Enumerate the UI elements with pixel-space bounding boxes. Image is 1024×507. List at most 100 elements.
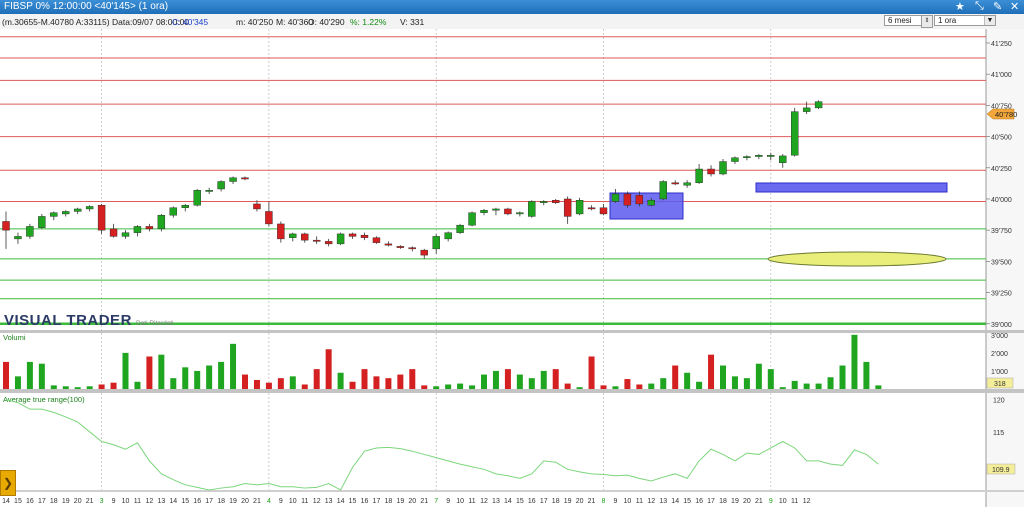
volume-bar[interactable] xyxy=(481,374,487,389)
candle-body[interactable] xyxy=(647,200,655,206)
candle-body[interactable] xyxy=(719,161,727,175)
candle-body[interactable] xyxy=(109,228,118,237)
candle-body[interactable] xyxy=(779,155,787,163)
candle-body[interactable] xyxy=(193,190,201,206)
volume-bar[interactable] xyxy=(624,379,631,389)
candle-body[interactable] xyxy=(552,200,560,203)
volume-bar[interactable] xyxy=(564,383,571,389)
candle-body[interactable] xyxy=(743,156,751,158)
candle-body[interactable] xyxy=(229,177,237,182)
volume-bar[interactable] xyxy=(851,334,858,389)
volume-bar[interactable] xyxy=(492,370,499,389)
candle-body[interactable] xyxy=(587,207,596,210)
volume-bar[interactable] xyxy=(134,381,141,389)
candle-body[interactable] xyxy=(26,226,34,237)
candle-body[interactable] xyxy=(504,208,512,215)
volume-bar[interactable] xyxy=(875,385,882,389)
chart-area[interactable]: VISUAL TRADER Dati Ritardati 41'25041'00… xyxy=(0,29,1024,507)
volume-bar[interactable] xyxy=(791,380,798,389)
candle-body[interactable] xyxy=(241,177,249,180)
volume-bar[interactable] xyxy=(803,383,810,389)
volume-bar[interactable] xyxy=(767,369,774,389)
volume-bar[interactable] xyxy=(815,383,822,389)
volume-bar[interactable] xyxy=(3,361,9,389)
candle-body[interactable] xyxy=(205,190,213,192)
volume-bar[interactable] xyxy=(433,386,440,389)
candle-body[interactable] xyxy=(145,226,154,230)
candle-body[interactable] xyxy=(659,181,667,200)
candle-body[interactable] xyxy=(324,241,333,245)
candle-body[interactable] xyxy=(360,234,369,238)
volume-bar[interactable] xyxy=(337,372,344,389)
volume-bar[interactable] xyxy=(445,384,452,389)
candle-body[interactable] xyxy=(348,233,357,237)
maximize-arrow-icon[interactable]: ⤡ xyxy=(975,0,984,13)
volume-bar[interactable] xyxy=(361,369,368,389)
candle-body[interactable] xyxy=(217,181,225,190)
candle-body[interactable] xyxy=(611,193,620,202)
supply-zone-rectangle[interactable] xyxy=(755,182,948,193)
candle-body[interactable] xyxy=(301,233,309,241)
star-icon[interactable]: ★ xyxy=(955,0,965,13)
volume-bar[interactable] xyxy=(457,383,464,389)
volume-bar[interactable] xyxy=(14,376,21,389)
volume-bar[interactable] xyxy=(421,385,428,389)
volume-bar[interactable] xyxy=(206,365,213,389)
candle-body[interactable] xyxy=(157,214,166,230)
support-ellipse[interactable] xyxy=(767,251,947,267)
candle-body[interactable] xyxy=(372,237,381,243)
volume-bar[interactable] xyxy=(242,374,248,389)
volume-bar[interactable] xyxy=(265,382,272,389)
candle-body[interactable] xyxy=(265,211,273,225)
chevron-down-icon[interactable]: ▼ xyxy=(984,16,995,25)
volume-bar[interactable] xyxy=(409,369,416,389)
volume-bar[interactable] xyxy=(349,381,356,389)
candle-body[interactable] xyxy=(38,216,46,228)
candle-body[interactable] xyxy=(563,198,572,217)
volume-bar[interactable] xyxy=(612,386,619,389)
close-icon[interactable]: ✕ xyxy=(1010,0,1019,13)
volume-bar[interactable] xyxy=(720,365,726,389)
candle-body[interactable] xyxy=(575,200,584,215)
volume-bar[interactable] xyxy=(588,356,595,389)
volume-bar[interactable] xyxy=(182,367,189,389)
candle-body[interactable] xyxy=(133,226,142,233)
candle-body[interactable] xyxy=(121,232,130,237)
price-panel[interactable] xyxy=(0,29,986,330)
volume-bar[interactable] xyxy=(397,374,404,389)
scroll-right-arrow-icon[interactable]: ❯ xyxy=(0,470,16,496)
volume-bar[interactable] xyxy=(672,365,679,389)
volume-bar[interactable] xyxy=(839,365,846,389)
candle-body[interactable] xyxy=(516,212,524,215)
volume-bar[interactable] xyxy=(696,381,703,389)
volume-bar[interactable] xyxy=(110,382,117,389)
candle-body[interactable] xyxy=(50,212,58,217)
demand-zone-rectangle[interactable] xyxy=(609,192,684,220)
candle-body[interactable] xyxy=(755,155,763,157)
volume-bar[interactable] xyxy=(648,383,655,389)
candle-body[interactable] xyxy=(791,111,799,156)
volume-bar[interactable] xyxy=(863,361,870,389)
candle-body[interactable] xyxy=(62,211,70,215)
volume-bar[interactable] xyxy=(194,370,201,389)
volume-bar[interactable] xyxy=(313,369,320,389)
candle-body[interactable] xyxy=(635,195,644,205)
volume-bar[interactable] xyxy=(469,385,476,389)
candle-body[interactable] xyxy=(671,182,679,185)
candle-body[interactable] xyxy=(408,247,416,250)
volume-bar[interactable] xyxy=(552,369,559,389)
volume-bar[interactable] xyxy=(516,374,523,389)
timeframe-select[interactable]: 1 ora ▼ xyxy=(934,15,996,26)
volume-bar[interactable] xyxy=(755,363,762,389)
volume-bar[interactable] xyxy=(98,384,105,389)
candle-body[interactable] xyxy=(802,107,811,112)
volume-bar[interactable] xyxy=(26,361,33,389)
volume-bar[interactable] xyxy=(277,378,284,389)
volume-bar[interactable] xyxy=(146,356,153,389)
candle-body[interactable] xyxy=(814,101,823,109)
volume-bar[interactable] xyxy=(684,372,691,389)
volume-bar[interactable] xyxy=(38,363,45,389)
candle-body[interactable] xyxy=(540,201,548,203)
candle-body[interactable] xyxy=(14,236,22,240)
volume-bar[interactable] xyxy=(50,385,57,389)
